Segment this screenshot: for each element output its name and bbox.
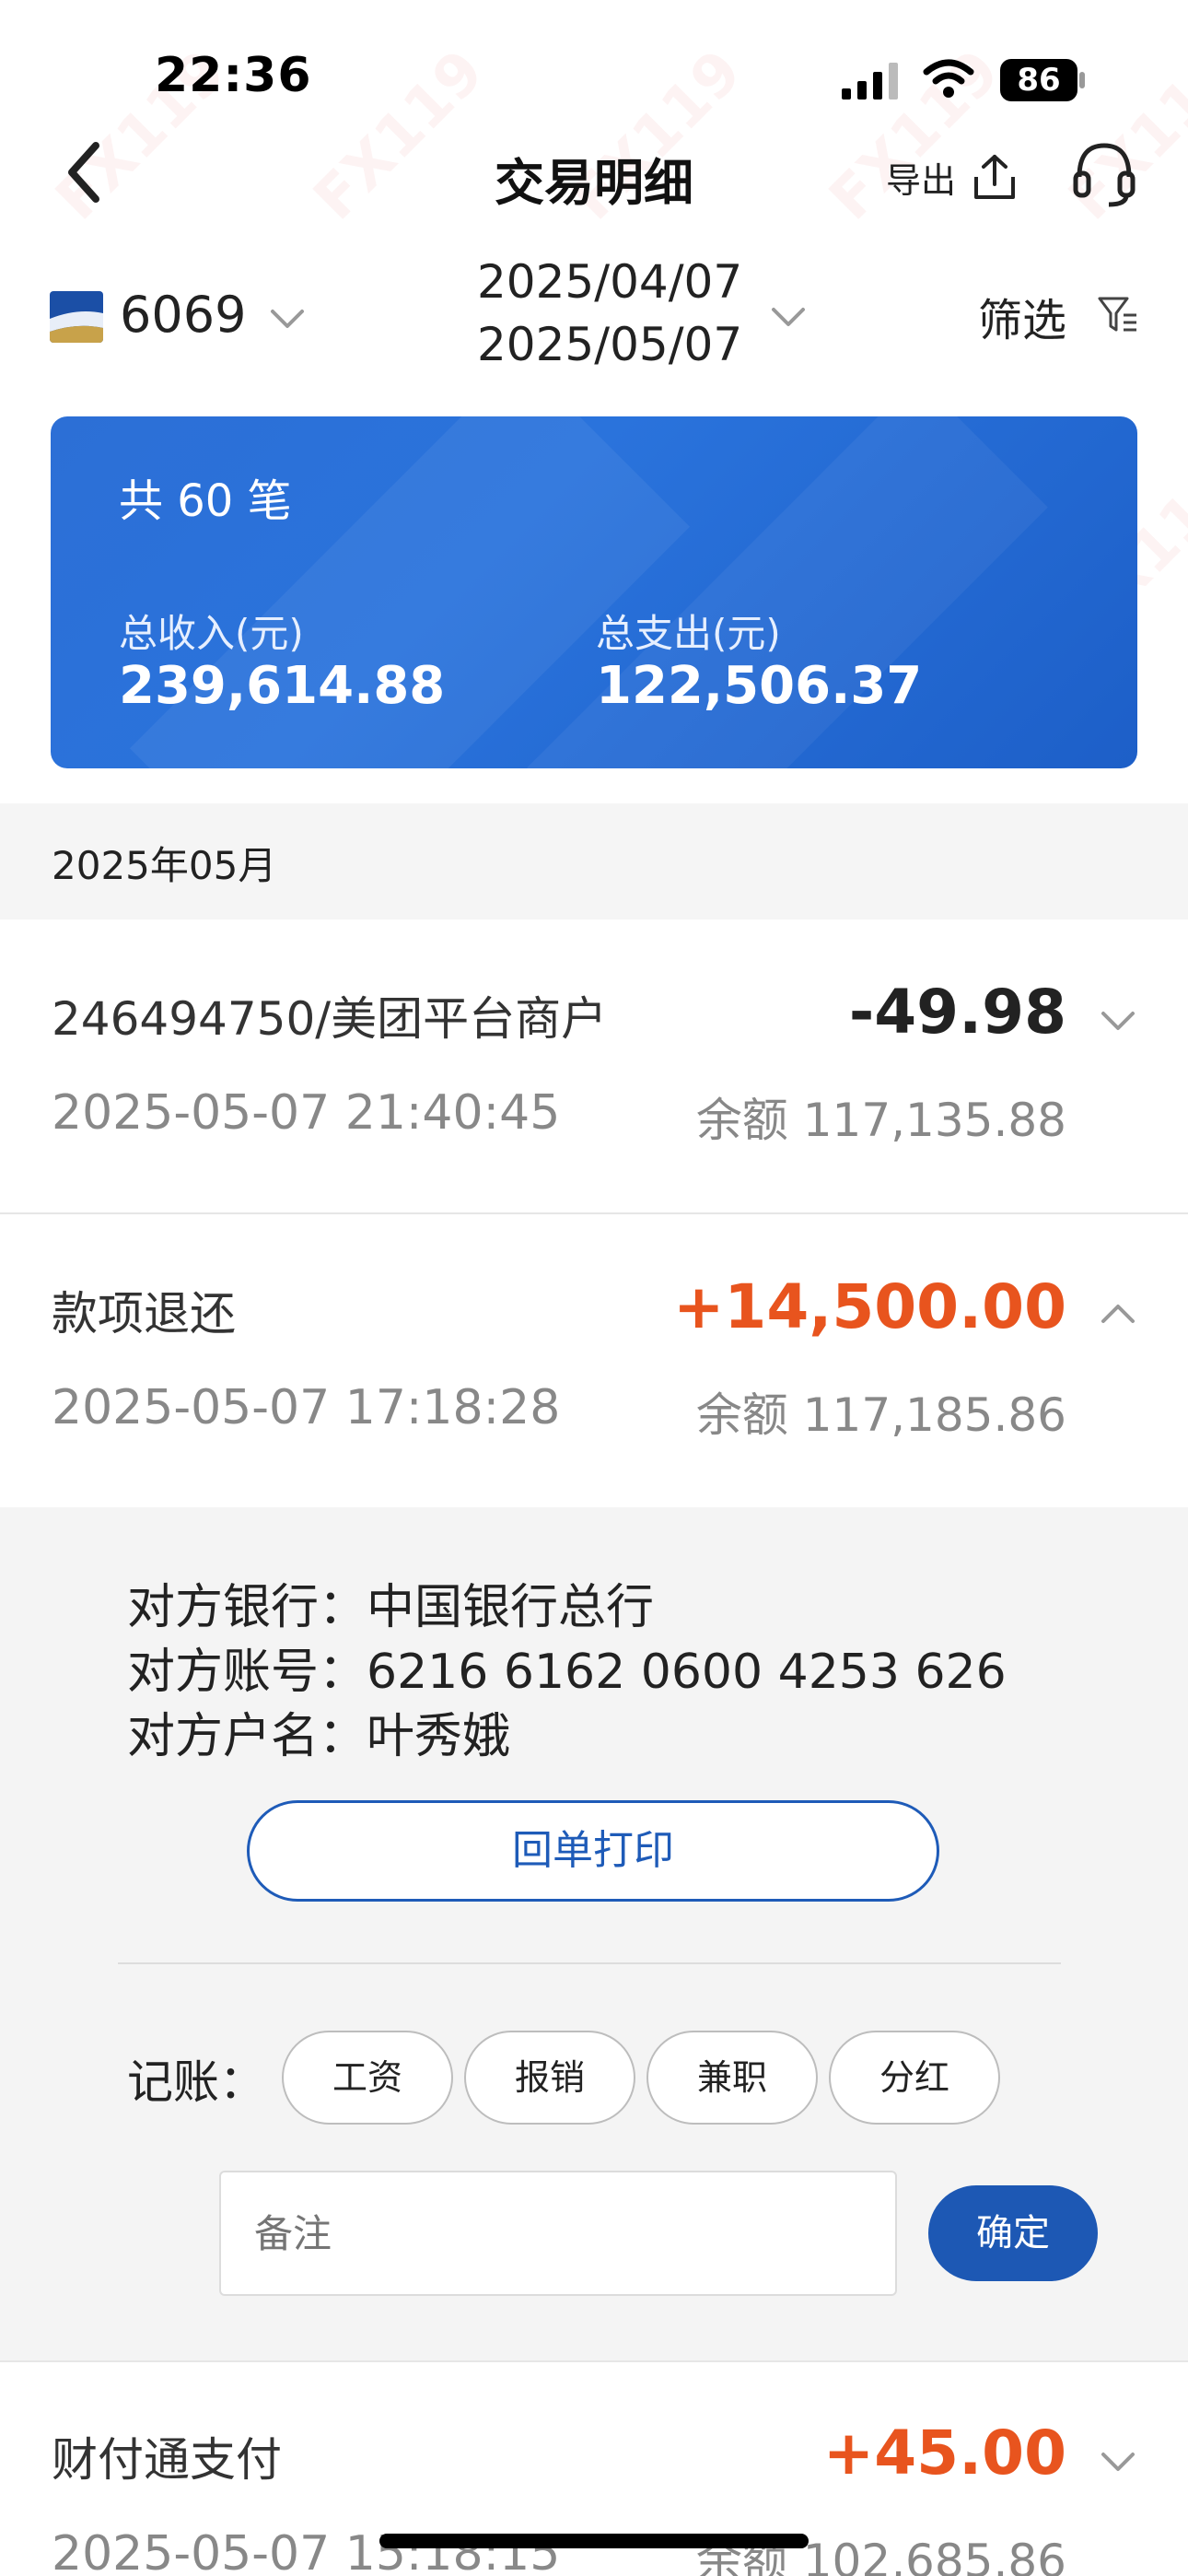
income-value: 239,614.88 [119, 656, 446, 716]
month-label: 2025年05月 [52, 843, 277, 888]
transaction-amount: +45.00 [822, 2418, 1066, 2488]
transaction-description: 246494750/美团平台商户 [52, 992, 608, 1046]
tag-chip-salary[interactable]: 工资 [282, 2031, 453, 2125]
date-end: 2025/05/07 [477, 318, 743, 371]
home-indicator[interactable] [379, 2534, 809, 2548]
summary-card: 共 60 笔 总收入(元) 239,614.88 总支出(元) 122,506.… [51, 416, 1137, 768]
battery-icon: 86 [1000, 59, 1085, 101]
bookkeeping-label: 记账： [127, 2055, 265, 2109]
counterparty-name-label: 对方户名： [127, 1709, 367, 1764]
export-button[interactable]: 导出 [886, 149, 1017, 205]
counterparty-account-value: 6216 6162 0600 4253 626 [367, 1645, 1007, 1700]
collapse-chevron-up-icon[interactable] [1100, 1301, 1136, 1325]
expand-chevron-down-icon[interactable] [1100, 2451, 1136, 2475]
share-upload-icon [974, 155, 1016, 199]
confirm-button[interactable]: 确定 [928, 2185, 1098, 2281]
status-time: 22:36 [155, 48, 312, 103]
transaction-description: 款项退还 [52, 1287, 236, 1341]
counterparty-bank-row: 对方银行：中国银行总行 [127, 1568, 654, 1637]
expense-label: 总支出(元) [596, 611, 781, 656]
note-input[interactable] [219, 2171, 897, 2296]
tag-chip-reimbursement[interactable]: 报销 [464, 2031, 635, 2125]
divider [118, 1962, 1061, 1964]
counterparty-bank-label: 对方银行： [127, 1580, 367, 1635]
transaction-balance: 余额 102,685.86 [695, 2535, 1066, 2576]
transaction-time: 2025-05-07 21:40:45 [52, 1085, 561, 1141]
income-label: 总收入(元) [119, 611, 304, 656]
counterparty-bank-value: 中国银行总行 [367, 1580, 655, 1635]
transaction-balance: 余额 117,135.88 [695, 1094, 1066, 1147]
expand-chevron-down-icon[interactable] [1100, 1010, 1136, 1034]
customer-service-headset-icon[interactable] [1072, 140, 1136, 210]
counterparty-account-label: 对方账号： [127, 1645, 367, 1700]
transaction-balance: 余额 117,185.86 [695, 1388, 1066, 1442]
transaction-amount: +14,500.00 [673, 1271, 1066, 1342]
wifi-icon [923, 59, 974, 98]
counterparty-name-row: 对方户名：叶秀娥 [127, 1697, 510, 1766]
print-receipt-button[interactable]: 回单打印 [247, 1800, 939, 1902]
counterparty-name-value: 叶秀娥 [367, 1709, 511, 1764]
transaction-amount: -49.98 [848, 977, 1066, 1048]
date-chevron-down-icon[interactable] [770, 306, 807, 330]
transaction-description: 财付通支付 [52, 2433, 282, 2487]
counterparty-account-row: 对方账号：6216 6162 0600 4253 626 [127, 1633, 1007, 1702]
date-start: 2025/04/07 [477, 255, 743, 309]
account-selector[interactable]: 6069 [120, 286, 246, 344]
expense-value: 122,506.37 [596, 656, 923, 716]
filter-button[interactable]: 筛选 [978, 284, 1066, 348]
tag-chip-dividend[interactable]: 分红 [829, 2031, 1000, 2125]
filter-funnel-icon[interactable] [1096, 293, 1140, 337]
bank-logo-icon[interactable] [50, 291, 103, 343]
month-section-header: 2025年05月 [0, 803, 1188, 919]
account-chevron-down-icon[interactable] [269, 308, 306, 332]
tag-chip-part-time[interactable]: 兼职 [646, 2031, 818, 2125]
export-label: 导出 [886, 159, 957, 201]
transaction-row[interactable]: 款项退还 2025-05-07 17:18:28 +14,500.00 余额 1… [0, 1214, 1188, 1507]
date-range-selector[interactable]: 2025/04/07 2025/05/07 [477, 251, 742, 376]
cellular-signal-icon [842, 63, 898, 100]
transaction-time: 2025-05-07 17:18:28 [52, 1380, 561, 1435]
battery-level: 86 [1017, 62, 1061, 99]
transaction-count: 共 60 笔 [119, 475, 292, 527]
transaction-row[interactable]: 246494750/美团平台商户 2025-05-07 21:40:45 -49… [0, 919, 1188, 1212]
transaction-details-panel: 对方银行：中国银行总行 对方账号：6216 6162 0600 4253 626… [0, 1507, 1188, 2360]
